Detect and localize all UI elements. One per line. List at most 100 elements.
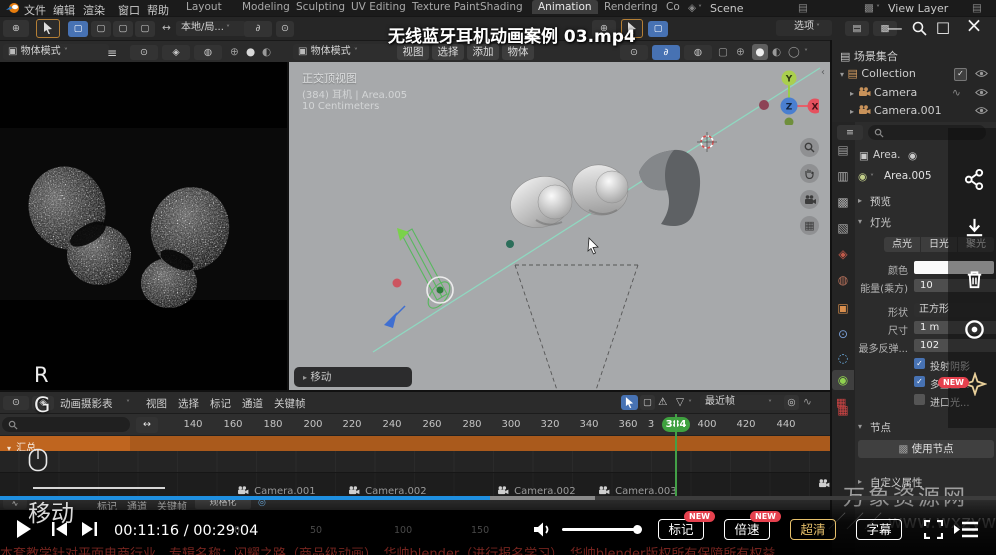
window-minimize-button[interactable]: —	[886, 20, 904, 36]
preview-section-label[interactable]: 预览	[870, 194, 891, 209]
play-button[interactable]	[16, 520, 32, 538]
tab-data-active[interactable]: ◉	[832, 370, 854, 390]
nav-gizmo[interactable]: Y Z X	[759, 65, 819, 125]
volume-slider[interactable]	[562, 528, 640, 531]
nodes-section-label[interactable]: 节点	[870, 420, 891, 435]
outliner-row-collection[interactable]: ▾ ▤ Collection	[840, 67, 916, 80]
outliner-row-camera[interactable]: ▸ Camera	[850, 86, 917, 99]
mode-dropdown-center[interactable]: ▣ 物体模式 ˅	[293, 44, 401, 60]
dopesheet-menu-view[interactable]: 视图	[146, 396, 167, 411]
mis-checkbox[interactable]: ✓	[914, 376, 925, 387]
scene-collection-row[interactable]: ▤ 场景集合	[840, 48, 898, 64]
center-header-dropdown-3[interactable]: ◍	[684, 45, 712, 60]
blender-logo-icon[interactable]	[5, 2, 21, 14]
select-mode-button-4[interactable]: ▢	[135, 21, 155, 37]
shading-solid-button[interactable]: ●	[752, 44, 768, 60]
gloss-checkbox[interactable]	[914, 394, 925, 405]
light-section-label[interactable]: 灯光	[870, 215, 891, 230]
tweak-tool-dropdown[interactable]: ⊕	[3, 20, 29, 37]
scene-selector[interactable]: Scene	[710, 2, 744, 15]
left-header-dropdown-2[interactable]: ◈	[162, 45, 190, 60]
shadow-checkbox[interactable]: ✓	[914, 358, 925, 369]
volume-knob[interactable]	[633, 525, 642, 534]
dopesheet-menu-channel[interactable]: 通道	[242, 396, 263, 411]
select-box-button-2[interactable]: ▢	[648, 21, 668, 37]
workspace-tab-rendering[interactable]: Rendering	[598, 0, 664, 14]
collection-checkbox[interactable]: ✓	[954, 68, 967, 81]
workspace-tab-uvediting[interactable]: UV Editing	[345, 0, 412, 14]
outliner-filter-dropdown[interactable]: ▤	[845, 21, 869, 36]
main-3d-viewport[interactable]: 正交顶视图 (384) 耳机 | Area.005 10 Centimeters…	[289, 62, 830, 390]
playlist-button[interactable]	[954, 521, 978, 538]
options-dropdown[interactable]: 选项	[776, 20, 832, 36]
left-header-dropdown-3[interactable]: ◍	[194, 45, 222, 60]
viewport-grid-button[interactable]: ▦	[800, 216, 819, 235]
mode-dropdown-left[interactable]: ▣ 物体模式 ˅	[3, 44, 109, 60]
dopesheet-menu-select[interactable]: 选择	[178, 396, 199, 411]
workspace-tab-layout[interactable]: Layout	[180, 0, 228, 14]
shading-rendered-icon[interactable]: ◯	[788, 46, 800, 58]
viewport-camera-button[interactable]	[800, 190, 819, 209]
workspace-tab-animation[interactable]: Animation	[532, 0, 598, 14]
left-shading-wire-icon[interactable]: ⊕	[230, 46, 239, 58]
viewport-zoom-button[interactable]	[800, 138, 819, 157]
center-header-snap-button[interactable]: ∂	[652, 45, 680, 60]
render-preview-viewport[interactable]	[0, 62, 287, 390]
dopesheet-menu-key[interactable]: 关键帧	[274, 396, 306, 411]
camera-marker-partial[interactable]	[818, 479, 830, 488]
quality-button[interactable]: 超清	[790, 519, 836, 540]
viewlayer-selector[interactable]: View Layer	[888, 2, 948, 15]
transform-orientation-dropdown[interactable]: 本地/局...	[176, 21, 246, 36]
workspace-tab-sculpting[interactable]: Sculpting	[290, 0, 351, 14]
tab-output[interactable]: ▩	[832, 192, 854, 212]
editor-type-dropdown[interactable]: ⊙	[3, 396, 29, 410]
expand-range-button[interactable]: ↔	[136, 417, 158, 433]
window-maximize-button[interactable]: □	[934, 19, 952, 35]
scene-caret-icon[interactable]: ˅	[698, 4, 702, 13]
select-mode-button-3[interactable]: ▢	[113, 21, 133, 37]
volume-button[interactable]	[534, 521, 553, 538]
use-nodes-button[interactable]: ▩ 使用节点	[858, 440, 994, 458]
light-expand-icon[interactable]: ▾	[858, 217, 862, 226]
editor-name[interactable]: 动画摄影表	[60, 396, 113, 411]
proportional-button[interactable]: ◎	[784, 395, 799, 410]
dopesheet-menu-marker[interactable]: 标记	[210, 396, 231, 411]
workspace-tab-shading[interactable]: Shading	[474, 0, 529, 14]
mark-button[interactable]: 标记	[658, 519, 704, 540]
region-collapse-arrow[interactable]: ‹	[821, 67, 825, 78]
keyframe-area[interactable]	[0, 451, 830, 472]
marker-strip[interactable]: Camera.001 Camera.002 Camera.002 Camera.…	[0, 472, 830, 496]
window-search-button[interactable]	[912, 21, 927, 36]
viewport-pan-button[interactable]	[800, 164, 819, 183]
breadcrumb-object-label[interactable]: Area.	[873, 149, 901, 161]
record-button[interactable]	[963, 318, 986, 341]
channel-search-field[interactable]	[2, 417, 130, 432]
workspace-tab-modeling[interactable]: Modeling	[236, 0, 296, 14]
subtitle-button[interactable]: 字幕	[856, 519, 902, 540]
select-mode-button-2[interactable]: ▢	[91, 21, 111, 37]
datablock-name[interactable]: Area.005	[884, 170, 932, 182]
summary-label-cell[interactable]: ▾ 汇总	[0, 436, 130, 451]
render-region-icon[interactable]: ▢	[718, 46, 728, 58]
select-box-button-active[interactable]: ▢	[68, 21, 88, 37]
left-header-dropdown-1[interactable]: ⊙	[130, 45, 158, 60]
proportional-edit-button[interactable]: ⊙	[276, 21, 294, 37]
expand-icon[interactable]: ▸	[850, 107, 854, 116]
left-shading-solid-icon[interactable]: ●	[246, 46, 255, 58]
delete-button[interactable]	[963, 268, 986, 291]
outliner-row-camera001[interactable]: ▸ Camera.001	[850, 104, 942, 117]
center-header-dropdown-1[interactable]: ⊙	[620, 45, 648, 60]
tab-viewlayer[interactable]: ▧	[832, 218, 854, 238]
light-type-point[interactable]: 点光	[884, 237, 920, 252]
expand-icon[interactable]: ▸	[850, 89, 854, 98]
active-tool-cursor-button[interactable]	[36, 19, 60, 38]
summary-row[interactable]: ▾ 汇总	[0, 436, 830, 451]
snap-dropdown[interactable]: ∂	[244, 21, 272, 37]
tab-tool[interactable]: ▤	[832, 140, 854, 160]
tab-scene[interactable]: ◈	[832, 244, 854, 264]
workspace-tab-compositing[interactable]: Co	[660, 0, 686, 14]
hamburger-menu-icon[interactable]: ≡	[107, 46, 117, 60]
fullscreen-button[interactable]	[924, 520, 943, 539]
falloff-curve-icon[interactable]: ∿	[803, 396, 812, 408]
left-shading-material-icon[interactable]: ◐	[262, 46, 271, 58]
